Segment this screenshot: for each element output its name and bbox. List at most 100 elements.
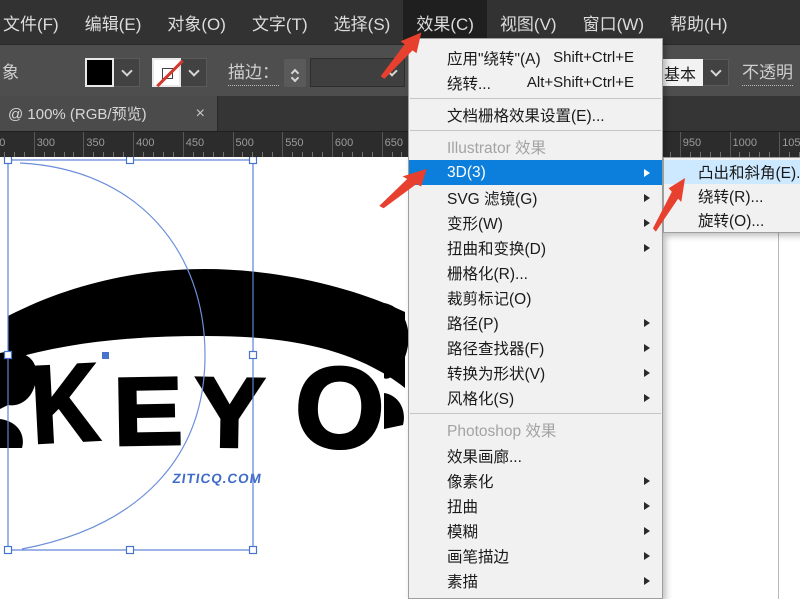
ruler-major-tick xyxy=(83,132,84,157)
submenu-arrow-icon xyxy=(644,319,650,327)
menu-item[interactable]: 绕转...Alt+Shift+Ctrl+E xyxy=(409,70,662,95)
menu-section-header: Photoshop 效果 xyxy=(409,417,662,443)
menu-item-label: 扭曲和变换(D) xyxy=(447,237,644,259)
menu-item[interactable]: 扭曲 xyxy=(409,493,662,518)
menu-item[interactable]: 画笔描边 xyxy=(409,543,662,568)
menu-item-label: 模糊 xyxy=(447,520,644,542)
menu-item[interactable]: 变形(W) xyxy=(409,210,662,235)
stroke-none-swatch[interactable] xyxy=(152,58,181,87)
fill-color-button[interactable] xyxy=(85,58,140,87)
menu-section-header: Illustrator 效果 xyxy=(409,134,662,160)
appearance-style-dropdown[interactable] xyxy=(703,59,729,86)
stroke-color-button[interactable] xyxy=(152,58,207,87)
horizontal-ruler: 2503003504004505005506006507007508008509… xyxy=(0,131,800,157)
menu-item-shortcut: Shift+Ctrl+E xyxy=(553,49,634,66)
annotation-arrow-to-effects-menu xyxy=(377,29,425,81)
stroke-color-dropdown[interactable] xyxy=(181,58,207,87)
ruler-major-tick xyxy=(34,132,35,157)
menu-item[interactable]: 裁剪标记(O) xyxy=(409,285,662,310)
selection-center-point[interactable] xyxy=(102,352,109,359)
menu-item[interactable]: 应用"绕转"(A)Shift+Ctrl+E xyxy=(409,45,662,70)
menu-separator xyxy=(410,413,661,414)
menubar-item[interactable]: 文字(T) xyxy=(239,0,321,44)
chevron-down-icon xyxy=(710,65,721,76)
document-tab[interactable]: @ 100% (RGB/预览) × xyxy=(0,96,218,131)
menu-item-label: 扭曲 xyxy=(447,495,644,517)
ruler-major-tick xyxy=(233,132,234,157)
close-tab-icon[interactable]: × xyxy=(192,105,209,123)
menu-item[interactable]: 风格化(S) xyxy=(409,385,662,410)
menu-item-label: SVG 滤镜(G) xyxy=(447,187,644,209)
ruler-unit-label: 650 xyxy=(385,137,403,149)
submenu-arrow-icon xyxy=(644,552,650,560)
stroke-weight-label[interactable]: 描边： xyxy=(228,58,279,86)
watermark-text: ZITICQ.COM xyxy=(172,471,263,486)
menu-item[interactable]: 效果画廊... xyxy=(409,443,662,468)
menu-item-label: 路径查找器(F) xyxy=(447,337,644,359)
menu-item[interactable]: 扭曲和变换(D) xyxy=(409,235,662,260)
annotation-arrow-to-extrude-item xyxy=(650,174,688,234)
menu-item[interactable]: 路径(P) xyxy=(409,310,662,335)
menu-item[interactable]: 转换为形状(V) xyxy=(409,360,662,385)
ruler-major-tick xyxy=(133,132,134,157)
ruler-unit-label: 300 xyxy=(37,137,55,149)
menu-item-label: 风格化(S) xyxy=(447,387,644,409)
ruler-major-tick xyxy=(680,132,681,157)
menubar-item[interactable]: 帮助(H) xyxy=(657,0,741,44)
fill-color-swatch[interactable] xyxy=(85,58,114,87)
menu-item[interactable]: 路径查找器(F) xyxy=(409,335,662,360)
menu-item[interactable]: SVG 滤镜(G) xyxy=(409,185,662,210)
menu-item-label: 裁剪标记(O) xyxy=(447,287,650,309)
menu-item-shortcut: Alt+Shift+Ctrl+E xyxy=(527,74,634,91)
ruler-major-tick xyxy=(730,132,731,157)
ruler-unit-label: 400 xyxy=(136,137,154,149)
menu-item[interactable]: 像素化 xyxy=(409,468,662,493)
ruler-unit-label: 950 xyxy=(683,137,701,149)
menu-item[interactable]: 3D(3) xyxy=(409,160,662,185)
ruler-unit-label: 600 xyxy=(335,137,353,149)
ruler-unit-label: 550 xyxy=(285,137,303,149)
fill-color-dropdown[interactable] xyxy=(114,58,140,87)
menubar-item[interactable]: 文件(F) xyxy=(0,0,72,44)
menu-separator xyxy=(410,130,661,131)
ruler-major-tick xyxy=(382,132,383,157)
document-tab-title: @ 100% (RGB/预览) xyxy=(8,103,192,124)
stroke-weight-stepper[interactable] xyxy=(284,59,306,87)
menubar-item[interactable]: 对象(O) xyxy=(154,0,239,44)
ruler-unit-label: 350 xyxy=(86,137,104,149)
menu-item-label: Photoshop 效果 xyxy=(447,419,650,441)
submenu-arrow-icon xyxy=(644,344,650,352)
menu-item-label: 文档栅格效果设置(E)... xyxy=(447,104,650,126)
ruler-major-tick xyxy=(332,132,333,157)
chevron-down-icon xyxy=(188,65,199,76)
effects-menu: 应用"绕转"(A)Shift+Ctrl+E绕转...Alt+Shift+Ctrl… xyxy=(408,38,663,599)
object-label: 象 xyxy=(2,58,19,83)
annotation-arrow-to-3d-item xyxy=(375,166,431,210)
ruler-major-tick xyxy=(282,132,283,157)
logo-text[interactable]: K E Y O xyxy=(28,340,388,474)
opacity-label[interactable]: 不透明 xyxy=(742,58,793,86)
menu-item[interactable]: 素描 xyxy=(409,568,662,593)
ruler-unit-label: 450 xyxy=(186,137,204,149)
submenu-arrow-icon xyxy=(644,502,650,510)
logo-letter-o: O xyxy=(292,342,388,475)
menu-item[interactable]: 栅格化(R)... xyxy=(409,260,662,285)
appearance-style-value[interactable]: 基本 xyxy=(657,59,703,86)
menu-item-label: Illustrator 效果 xyxy=(447,136,650,158)
menu-item-label: 素描 xyxy=(447,570,644,592)
menubar-item[interactable]: 编辑(E) xyxy=(72,0,155,44)
ruler-unit-label: 250 xyxy=(0,137,5,149)
submenu-arrow-icon xyxy=(644,369,650,377)
ruler-major-tick xyxy=(183,132,184,157)
menu-item-label: 路径(P) xyxy=(447,312,644,334)
submenu-arrow-icon xyxy=(644,577,650,585)
menu-item[interactable]: 文档栅格效果设置(E)... xyxy=(409,102,662,127)
menu-item-label: 画笔描边 xyxy=(447,545,644,567)
appearance-style-button[interactable]: 基本 xyxy=(657,59,729,86)
menu-item-label: 转换为形状(V) xyxy=(447,362,644,384)
menu-item-label: 绕转... xyxy=(447,72,527,94)
ruler-unit-label: 1000 xyxy=(733,137,757,149)
submenu-arrow-icon xyxy=(644,527,650,535)
submenu-arrow-icon xyxy=(644,244,650,252)
menu-item[interactable]: 模糊 xyxy=(409,518,662,543)
